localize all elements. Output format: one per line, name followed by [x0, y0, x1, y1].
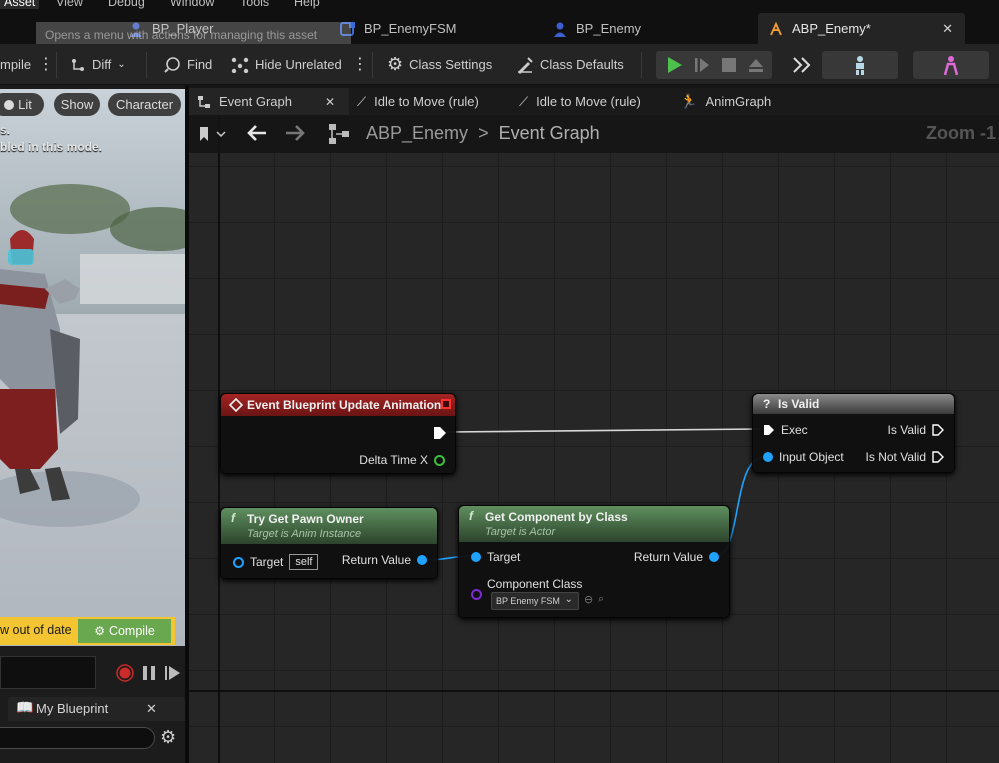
target-pin[interactable]: Target self: [233, 554, 319, 570]
node-header: f Get Component by Class Target is Actor: [459, 506, 729, 542]
exec-wire: [445, 428, 761, 433]
node-header: Event Blueprint Update Animation: [221, 394, 455, 416]
exec-pin-icon[interactable]: [932, 424, 944, 436]
object-pin-icon[interactable]: [763, 452, 773, 462]
event-icon: [229, 398, 243, 412]
pin-label: Is Valid: [887, 423, 926, 437]
chevron-down-icon: ⌄: [564, 594, 573, 605]
return-value-pin[interactable]: Return Value: [342, 553, 427, 567]
input-object-pin[interactable]: Input Object: [763, 450, 844, 464]
pin-label: Component Class: [487, 577, 583, 591]
float-pin-icon[interactable]: [434, 454, 445, 466]
delegate-pin-icon[interactable]: [441, 399, 451, 409]
is-not-valid-output-pin[interactable]: Is Not Valid: [866, 450, 944, 464]
use-selected-icon[interactable]: ⊖: [584, 593, 593, 606]
pin-label: Input Object: [779, 450, 844, 464]
pin-label: Target: [250, 555, 284, 569]
node-title: Event Blueprint Update Animation: [247, 398, 442, 412]
component-class-pin-label: Component Class: [487, 577, 582, 591]
function-icon: f: [231, 511, 235, 525]
return-value-pin[interactable]: Return Value: [634, 550, 719, 564]
class-pin-icon[interactable]: [471, 589, 482, 600]
delta-time-pin[interactable]: Delta Time X: [359, 453, 445, 467]
object-pin-icon[interactable]: [417, 555, 427, 565]
pin-label: Return Value: [341, 553, 411, 567]
pin-label: Target: [487, 550, 521, 564]
get-component-by-class-node[interactable]: f Get Component by Class Target is Actor…: [458, 505, 730, 618]
object-pin-icon[interactable]: [471, 552, 481, 562]
dropdown-value: BP Enemy FSM: [496, 596, 560, 606]
node-title: Get Component by Class: [485, 510, 628, 524]
node-header: f Try Get Pawn Owner Target is Anim Inst…: [221, 508, 437, 544]
is-valid-node[interactable]: ? Is Valid Exec Input Object Is Valid Is…: [752, 393, 955, 473]
browse-icon[interactable]: ⌕: [598, 593, 604, 606]
object-pin-icon[interactable]: [233, 556, 244, 568]
node-title: Is Valid: [778, 397, 820, 411]
node-subtitle: Target is Anim Instance: [247, 528, 362, 540]
try-get-pawn-owner-node[interactable]: f Try Get Pawn Owner Target is Anim Inst…: [220, 507, 438, 579]
function-icon: f: [469, 509, 473, 523]
pin-label: Delta Time X: [359, 453, 428, 467]
object-pin-icon[interactable]: [709, 552, 719, 562]
pin-label: Is Not Valid: [865, 450, 926, 464]
macro-icon: ?: [763, 397, 771, 411]
exec-pin-icon[interactable]: [433, 426, 447, 440]
is-valid-output-pin[interactable]: Is Valid: [888, 423, 944, 437]
pin-label: Exec: [781, 423, 808, 437]
component-class-dropdown[interactable]: BP Enemy FSM ⌄: [491, 592, 579, 610]
exec-input-pin[interactable]: Exec: [763, 423, 808, 437]
exec-pin-icon[interactable]: [763, 424, 775, 436]
exec-pin-icon[interactable]: [932, 451, 944, 463]
wires: [425, 428, 765, 561]
node-subtitle: Target is Actor: [485, 526, 556, 538]
self-default-value[interactable]: self: [289, 554, 319, 570]
target-pin[interactable]: Target: [471, 550, 520, 564]
event-update-animation-node[interactable]: Event Blueprint Update Animation Delta T…: [220, 393, 456, 474]
node-header: ? Is Valid: [753, 394, 954, 414]
node-title: Try Get Pawn Owner: [247, 512, 364, 526]
pin-label: Return Value: [633, 550, 703, 564]
